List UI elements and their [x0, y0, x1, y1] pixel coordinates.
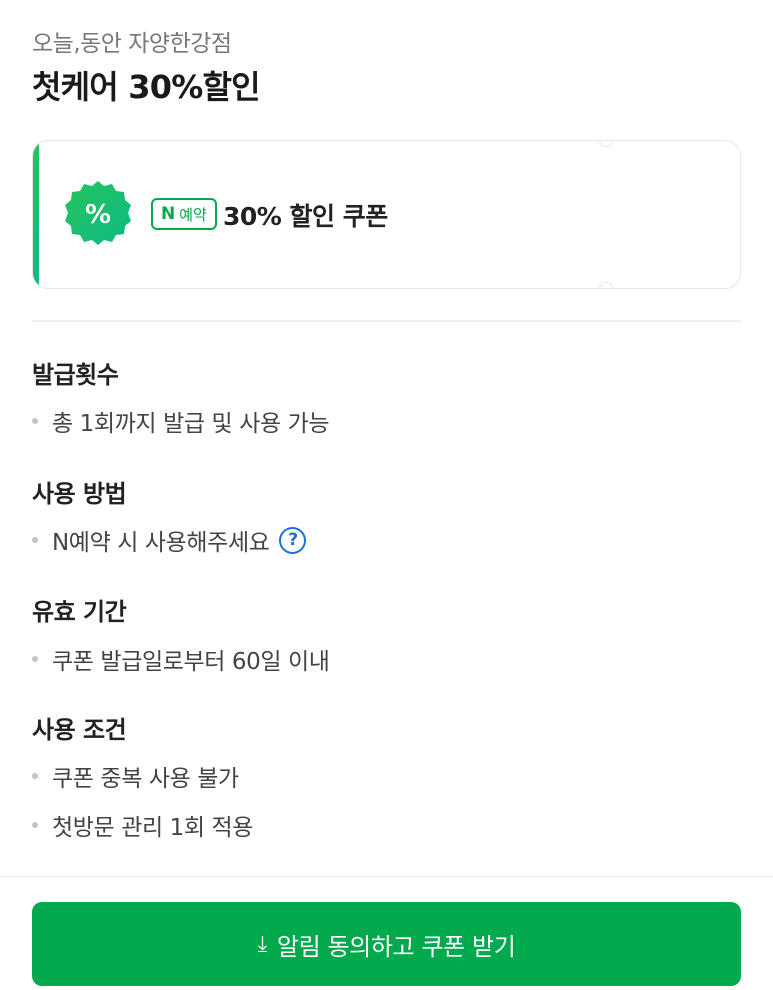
section-heading-issue-count: 발급횟수	[32, 361, 119, 389]
coupon-notch-bottom	[599, 282, 613, 288]
bullet-dot	[32, 418, 38, 424]
help-icon[interactable]: ?	[279, 526, 307, 554]
footer-divider	[0, 876, 773, 877]
coupon-card: % N 예약 30% 할인 쿠폰	[32, 140, 741, 289]
section-heading-usage: 사용 방법	[32, 480, 127, 508]
list-item-text: 첫방문 관리 1회 적용	[52, 815, 254, 841]
get-coupon-label: 알림 동의하고 쿠폰 받기	[276, 932, 516, 961]
bullet-dot	[32, 773, 38, 779]
coupon-label: 30% 할인 쿠폰	[223, 202, 388, 231]
list-item: 첫방문 관리 1회 적용	[32, 808, 253, 842]
list-item: N예약 시 사용해주세요 ?	[32, 523, 307, 557]
tag-n: N	[161, 204, 176, 224]
store-subtitle: 오늘,동안 자양한강점	[32, 31, 232, 57]
section-heading-conditions: 사용 조건	[32, 716, 127, 744]
coupon-accent-bar	[33, 141, 39, 288]
bullet-dot	[32, 537, 38, 543]
divider	[32, 320, 741, 322]
tag-text: 예약	[179, 205, 207, 224]
section-heading-validity: 유효 기간	[32, 598, 127, 626]
download-icon: ⤓	[257, 931, 268, 957]
list-item: 쿠폰 발급일로부터 60일 이내	[32, 642, 330, 676]
page-title: 첫케어 30%할인	[32, 68, 261, 106]
discount-badge-icon: %	[63, 179, 133, 249]
list-item: 쿠폰 중복 사용 불가	[32, 759, 239, 793]
list-item-text: 쿠폰 발급일로부터 60일 이내	[52, 649, 330, 675]
bullet-dot	[32, 656, 38, 662]
badge-symbol: %	[85, 200, 111, 230]
n-reservation-tag: N 예약	[151, 198, 217, 230]
list-item-text: N예약 시 사용해주세요	[52, 530, 270, 556]
coupon-notch-top	[599, 141, 613, 147]
list-item: 총 1회까지 발급 및 사용 가능	[32, 404, 330, 438]
list-item-text: 총 1회까지 발급 및 사용 가능	[52, 411, 330, 437]
list-item-text: 쿠폰 중복 사용 불가	[52, 766, 239, 792]
get-coupon-button[interactable]: ⤓ 알림 동의하고 쿠폰 받기	[32, 902, 741, 986]
bullet-dot	[32, 822, 38, 828]
